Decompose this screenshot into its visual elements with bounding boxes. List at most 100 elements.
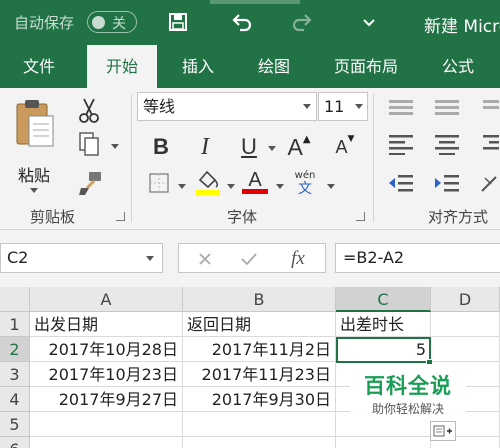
row-header-5[interactable]: 5	[0, 412, 30, 437]
cell-b5[interactable]	[183, 412, 336, 437]
tab-draw[interactable]: 绘图	[238, 45, 310, 88]
cell-a5[interactable]	[30, 412, 183, 437]
tab-file[interactable]: 文件	[0, 45, 78, 88]
cell-a3[interactable]: 2017年10月23日	[30, 362, 183, 387]
cell-d2[interactable]	[431, 337, 500, 362]
row-header-6[interactable]: 6	[0, 437, 30, 448]
column-header-c[interactable]: C	[336, 287, 431, 312]
italic-icon[interactable]: I	[192, 132, 218, 162]
font-color-icon[interactable]: A	[240, 166, 270, 196]
autosave-label: 自动保存	[14, 14, 75, 32]
font-size-dropdown-icon[interactable]	[355, 104, 363, 109]
increase-font-icon[interactable]: A ▲	[286, 132, 312, 162]
underline-dropdown-icon[interactable]	[268, 146, 276, 151]
row-header-1[interactable]: 1	[0, 312, 30, 337]
font-name-value: 等线	[143, 97, 176, 116]
orientation-icon[interactable]	[478, 170, 500, 196]
top-align-icon[interactable]	[384, 96, 418, 120]
cell-b3[interactable]: 2017年11月23日	[183, 362, 336, 387]
row-header-4[interactable]: 4	[0, 387, 30, 412]
phonetic-dropdown-icon[interactable]	[327, 184, 335, 189]
borders-dropdown-icon[interactable]	[178, 184, 186, 189]
align-right-icon[interactable]	[480, 130, 500, 158]
select-all-corner[interactable]	[0, 287, 30, 312]
column-header-a[interactable]: A	[30, 287, 183, 312]
phonetic-guide-icon[interactable]: wén 文	[290, 168, 320, 198]
column-header-b[interactable]: B	[183, 287, 336, 312]
paste-label: 粘贴	[18, 166, 51, 185]
formula-tools: fx	[178, 243, 326, 273]
fill-color-icon[interactable]	[194, 168, 222, 196]
font-name-dropdown-icon[interactable]	[303, 104, 311, 109]
name-box-dropdown-icon[interactable]	[146, 256, 154, 261]
ribbon-tabs: 文件 开始 插入 绘图 页面布局 公式	[0, 45, 500, 88]
middle-align-icon[interactable]	[430, 96, 464, 120]
toggle-knob	[92, 15, 105, 29]
font-color-dropdown-icon[interactable]	[276, 184, 284, 189]
align-left-icon[interactable]	[384, 130, 418, 158]
name-box[interactable]: C2	[0, 243, 163, 273]
decrease-indent-icon[interactable]	[384, 170, 418, 196]
phonetic-wen-label: wén	[294, 169, 316, 181]
font-size-value: 11	[324, 97, 345, 116]
fx-label: fx	[291, 248, 305, 269]
copy-dropdown-icon[interactable]	[111, 144, 119, 149]
bold-icon[interactable]: B	[148, 132, 174, 162]
paste-icon[interactable]	[10, 94, 60, 152]
cut-icon[interactable]	[76, 96, 102, 124]
clipboard-launcher-icon[interactable]	[116, 212, 125, 221]
font-launcher-icon[interactable]	[356, 212, 365, 221]
autosave-toggle[interactable]: 关	[87, 11, 137, 33]
formula-input[interactable]: =B2-A2	[335, 243, 500, 273]
tab-formulas[interactable]: 公式	[426, 45, 490, 88]
watermark-subtitle: 助你轻松解决	[371, 402, 444, 416]
cell-c1[interactable]: 出差时长	[336, 312, 431, 337]
svg-text:A: A	[248, 169, 262, 191]
cell-a1[interactable]: 出发日期	[30, 312, 183, 337]
cell-c6[interactable]	[336, 437, 431, 448]
ribbon: 粘贴 剪贴板 等线 11 B I U A ▲ A ▼ A wén 文 字体 对齐…	[0, 88, 500, 230]
formula-bar: C2 fx =B2-A2	[0, 230, 500, 287]
decrease-font-icon[interactable]: A ▼	[332, 132, 358, 162]
cell-b6[interactable]	[183, 437, 336, 448]
bottom-align-icon[interactable]	[480, 96, 500, 120]
tab-page-layout[interactable]: 页面布局	[322, 45, 410, 88]
save-icon[interactable]	[165, 9, 191, 35]
fill-color-dropdown-icon[interactable]	[227, 184, 235, 189]
column-header-d[interactable]: D	[431, 287, 500, 312]
alignment-group-label: 对齐方式	[428, 208, 489, 226]
paste-dropdown-icon[interactable]	[30, 188, 38, 193]
cell-b4[interactable]: 2017年9月30日	[183, 387, 336, 412]
phonetic-wen-char: 文	[298, 180, 312, 197]
align-center-icon[interactable]	[430, 130, 464, 158]
underline-icon[interactable]: U	[236, 132, 262, 162]
autosave-state: 关	[112, 16, 126, 32]
row-header-2[interactable]: 2	[0, 337, 30, 362]
cell-b1[interactable]: 返回日期	[183, 312, 336, 337]
document-title: 新建 Micro	[424, 17, 500, 37]
name-box-value: C2	[7, 248, 29, 267]
confirm-entry-icon[interactable]	[237, 248, 261, 270]
customize-dropdown-icon[interactable]	[356, 9, 382, 35]
cell-a4[interactable]: 2017年9月27日	[30, 387, 183, 412]
cell-d1[interactable]	[431, 312, 500, 337]
format-painter-icon[interactable]	[76, 168, 104, 198]
tab-insert[interactable]: 插入	[162, 45, 234, 88]
title-bar: 自动保存 关 新建 Micro	[0, 0, 500, 45]
tab-home[interactable]: 开始	[87, 45, 157, 88]
cell-a6[interactable]	[30, 437, 183, 448]
borders-icon[interactable]	[146, 170, 172, 196]
redo-icon[interactable]	[289, 9, 315, 35]
font-name-select[interactable]: 等线	[137, 92, 317, 121]
cell-b2[interactable]: 2017年11月2日	[183, 337, 336, 362]
cell-a2[interactable]: 2017年10月28日	[30, 337, 183, 362]
undo-icon[interactable]	[229, 9, 255, 35]
paste-options-icon[interactable]	[430, 421, 456, 441]
cancel-entry-icon[interactable]	[193, 248, 217, 270]
row-header-3[interactable]: 3	[0, 362, 30, 387]
insert-function-icon[interactable]: fx	[283, 247, 313, 271]
active-cell-border	[336, 337, 431, 363]
title-strip	[210, 0, 300, 4]
copy-icon[interactable]	[76, 130, 102, 158]
increase-indent-icon[interactable]	[430, 170, 464, 196]
